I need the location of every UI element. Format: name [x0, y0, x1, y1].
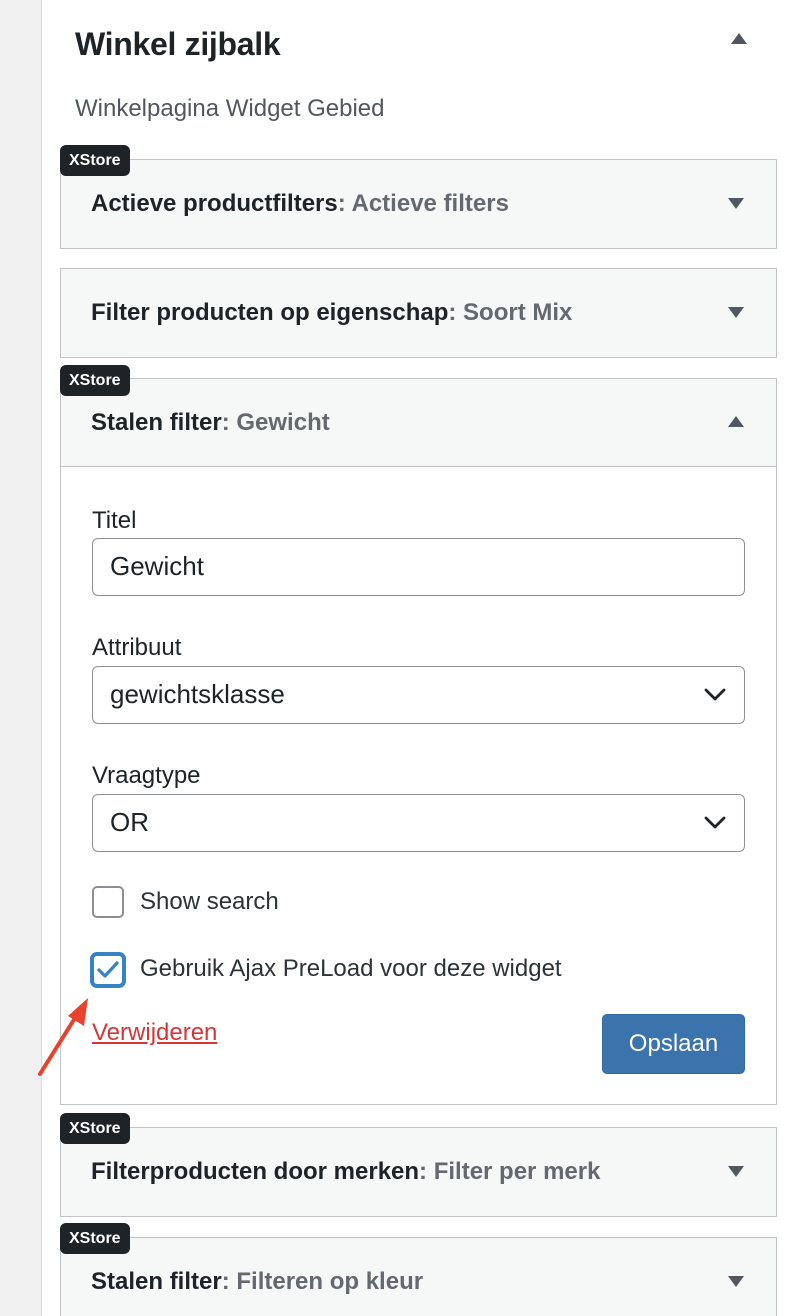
attribute-field-label: Attribuut	[92, 634, 182, 661]
xstore-badge: XStore	[60, 1113, 130, 1144]
query-type-field-label: Vraagtype	[92, 762, 201, 789]
widget-area-header: Winkel zijbalk Winkelpagina Widget Gebie…	[42, 0, 788, 150]
triangle-up-icon	[731, 33, 747, 44]
left-gutter	[0, 0, 42, 1316]
widget-filter-producten-eigenschap: Filter producten op eigenschap: Soort Mi…	[60, 268, 777, 358]
widget-name: Stalen filter	[91, 1268, 222, 1295]
show-search-checkbox[interactable]	[92, 886, 124, 918]
widget-subtitle: : Filteren op kleur	[221, 1268, 424, 1295]
delete-link[interactable]: Verwijderen	[92, 1019, 217, 1047]
triangle-down-icon	[728, 1166, 744, 1177]
attribute-select-value: gewichtsklasse	[110, 679, 285, 709]
attribute-select[interactable]: gewichtsklasse	[92, 666, 745, 724]
xstore-badge: XStore	[60, 1223, 130, 1254]
chevron-down-icon	[704, 816, 726, 829]
widget-toggle[interactable]	[724, 1160, 748, 1184]
widget-header[interactable]: Filterproducten door merken: Filter per …	[61, 1128, 776, 1216]
ajax-preload-label: Gebruik Ajax PreLoad voor deze widget	[140, 955, 562, 982]
widget-header[interactable]: Filter producten op eigenschap: Soort Mi…	[61, 269, 776, 357]
title-input[interactable]: Gewicht	[92, 538, 745, 596]
widget-area-title: Winkel zijbalk	[75, 26, 281, 62]
widget-form: Titel Gewicht Attribuut gewichtsklasse V…	[61, 467, 776, 1104]
xstore-badge: XStore	[60, 145, 130, 176]
triangle-down-icon	[728, 1276, 744, 1287]
widget-area-toggle[interactable]	[724, 30, 754, 54]
show-search-label: Show search	[140, 888, 279, 915]
widget-header[interactable]: Stalen filter: Filteren op kleur	[61, 1238, 776, 1316]
widget-name: Actieve productfilters	[91, 190, 338, 217]
widget-subtitle: : Filter per merk	[419, 1158, 601, 1185]
widget-filterproducten-merken: Filterproducten door merken: Filter per …	[60, 1127, 777, 1217]
widget-toggle[interactable]	[724, 1270, 748, 1294]
xstore-badge: XStore	[60, 365, 130, 396]
widget-title: Actieve productfilters: Actieve filters	[91, 160, 509, 248]
query-type-select-value: OR	[110, 807, 149, 837]
widget-title: Filterproducten door merken: Filter per …	[91, 1128, 600, 1216]
annotation-arrow-icon	[38, 998, 88, 1076]
widget-header[interactable]: Stalen filter: Gewicht	[61, 379, 776, 467]
widget-toggle[interactable]	[724, 192, 748, 216]
widget-area-description: Winkelpagina Widget Gebied	[75, 95, 385, 122]
widget-name: Filterproducten door merken	[91, 1158, 420, 1185]
widget-header[interactable]: Actieve productfilters: Actieve filters	[61, 160, 776, 248]
widget-title: Stalen filter: Filteren op kleur	[91, 1238, 423, 1316]
query-type-select[interactable]: OR	[92, 794, 745, 852]
triangle-down-icon	[728, 198, 744, 209]
ajax-preload-checkbox[interactable]	[92, 954, 124, 986]
widget-subtitle: : Actieve filters	[337, 190, 509, 217]
title-field-label: Titel	[92, 507, 137, 534]
widget-name: Filter producten op eigenschap	[91, 299, 449, 326]
widget-title: Filter producten op eigenschap: Soort Mi…	[91, 269, 572, 357]
widget-actieve-productfilters: Actieve productfilters: Actieve filters	[60, 159, 777, 249]
triangle-down-icon	[728, 307, 744, 318]
checkmark-icon	[97, 961, 119, 978]
widget-subtitle: : Gewicht	[221, 409, 330, 436]
triangle-up-icon	[728, 416, 744, 427]
widget-stalen-filter-gewicht: Stalen filter: Gewicht Titel Gewicht Att…	[60, 378, 777, 1105]
widget-name: Stalen filter	[91, 409, 222, 436]
widget-stalen-filter-kleur: Stalen filter: Filteren op kleur	[60, 1237, 777, 1316]
chevron-down-icon	[704, 688, 726, 701]
save-button[interactable]: Opslaan	[602, 1014, 745, 1074]
widget-toggle[interactable]	[724, 301, 748, 325]
widget-toggle[interactable]	[724, 411, 748, 435]
widget-subtitle: : Soort Mix	[448, 299, 573, 326]
